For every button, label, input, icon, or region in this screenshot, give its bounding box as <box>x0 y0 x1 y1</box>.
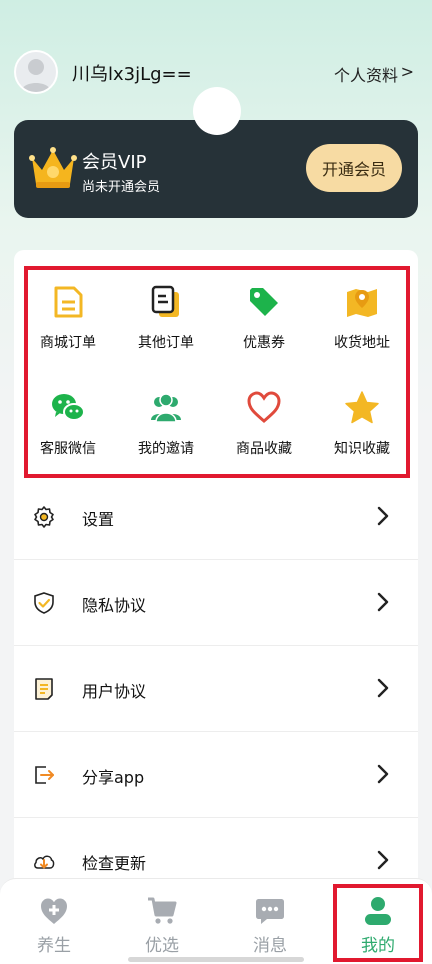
username: 川乌lx3jLg== <box>72 64 192 85</box>
list-item-label: 用户协议 <box>82 682 147 701</box>
active-tab-highlight <box>333 884 423 962</box>
tab-selection[interactable]: 优选 <box>108 879 216 964</box>
grid-item-knowledge-favorites[interactable]: 知识收藏 <box>314 382 410 472</box>
list-item-label: 设置 <box>82 510 115 529</box>
tab-label: 养生 <box>37 936 71 956</box>
grid-label: 我的邀请 <box>138 441 194 457</box>
profile-link[interactable]: 个人资料 <box>334 62 398 86</box>
grid-label: 商品收藏 <box>236 441 292 457</box>
decorative-notch <box>193 87 241 135</box>
grid-label: 知识收藏 <box>334 441 390 457</box>
home-indicator <box>128 957 304 962</box>
list-item-settings[interactable]: 设置 <box>14 474 418 560</box>
chevron-right-icon <box>377 850 389 870</box>
chevron-right-icon[interactable]: > <box>401 62 414 81</box>
tab-label: 优选 <box>145 936 179 956</box>
tab-label: 消息 <box>253 936 287 956</box>
grid-item-coupons[interactable]: 优惠券 <box>216 276 312 366</box>
cart-icon <box>148 897 177 924</box>
chevron-right-icon <box>377 764 389 784</box>
default-avatar-icon <box>21 59 51 92</box>
list-item-label: 检查更新 <box>82 854 147 873</box>
chevron-right-icon <box>377 592 389 612</box>
grid-label: 优惠券 <box>243 335 285 351</box>
star-icon <box>345 391 379 424</box>
grid-item-other-orders[interactable]: 其他订单 <box>118 276 214 366</box>
tab-messages[interactable]: 消息 <box>216 879 324 964</box>
chevron-right-icon <box>377 506 389 526</box>
users-icon <box>151 393 181 423</box>
open-vip-button[interactable]: 开通会员 <box>306 144 402 192</box>
grid-label: 商城订单 <box>40 335 96 351</box>
grid-label: 其他订单 <box>138 335 194 351</box>
doc-lines-icon <box>35 678 53 700</box>
map-icon <box>347 289 377 317</box>
tab-health[interactable]: 养生 <box>0 879 108 964</box>
list-item-user-agreement[interactable]: 用户协议 <box>14 646 418 732</box>
crown-icon <box>29 147 77 188</box>
vip-title: 会员VIP <box>82 152 147 173</box>
tag-icon <box>250 288 278 316</box>
grid-label: 客服微信 <box>40 441 96 457</box>
grid-item-mall-orders[interactable]: 商城订单 <box>20 276 116 366</box>
gear-icon <box>34 506 54 528</box>
document-icon <box>54 286 83 318</box>
grid-item-invites[interactable]: 我的邀请 <box>118 382 214 472</box>
shield-icon <box>34 592 54 614</box>
grid-item-product-favorites[interactable]: 商品收藏 <box>216 382 312 472</box>
share-icon <box>35 766 54 784</box>
wechat-icon <box>52 394 85 421</box>
list-item-label: 分享app <box>82 768 145 787</box>
heart-icon <box>247 391 281 423</box>
avatar[interactable] <box>14 50 58 94</box>
grid-item-wechat-service[interactable]: 客服微信 <box>20 382 116 472</box>
heart-plus-icon <box>41 898 67 924</box>
copy-doc-icon <box>151 285 179 317</box>
grid-label: 收货地址 <box>334 335 390 351</box>
vip-status: 尚未开通会员 <box>82 180 161 195</box>
grid-item-address[interactable]: 收货地址 <box>314 276 410 366</box>
list-item-label: 隐私协议 <box>82 596 147 615</box>
chevron-right-icon <box>377 678 389 698</box>
list-item-share-app[interactable]: 分享app <box>14 732 418 818</box>
chat-icon <box>256 899 284 924</box>
list-item-privacy[interactable]: 隐私协议 <box>14 560 418 646</box>
cloud-download-icon <box>34 855 55 869</box>
